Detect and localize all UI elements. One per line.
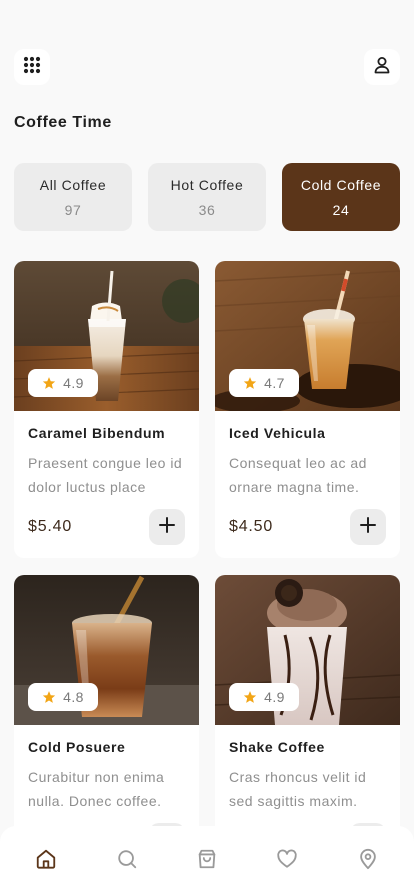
tab-all-coffee[interactable]: All Coffee 97	[14, 163, 132, 231]
menu-button[interactable]	[14, 49, 50, 85]
rating-value: 4.7	[264, 375, 285, 391]
search-icon	[116, 848, 138, 875]
rating-value: 4.9	[63, 375, 84, 391]
product-name: Cold Posuere	[28, 739, 126, 755]
shopping-bag-icon	[196, 848, 218, 875]
tab-label: Hot Coffee	[170, 176, 244, 193]
nav-location[interactable]	[348, 841, 388, 881]
rating-badge: 4.8	[28, 683, 98, 711]
product-description: Consequat leo ac ad ornare magna time.	[229, 455, 367, 495]
nav-search[interactable]	[107, 841, 147, 881]
product-description: Praesent congue leo id dolor luctus plac…	[28, 455, 183, 495]
star-icon	[42, 690, 56, 704]
rating-value: 4.8	[63, 689, 84, 705]
user-icon	[373, 56, 391, 79]
top-bar	[14, 49, 400, 85]
product-description: Cras rhoncus velit id sed sagittis maxim…	[229, 769, 367, 809]
home-icon	[35, 848, 57, 875]
nav-cart[interactable]	[187, 841, 227, 881]
tab-count: 97	[64, 201, 82, 218]
product-description: Curabitur non enima nulla. Donec coffee.	[28, 769, 165, 809]
plus-icon	[360, 516, 376, 538]
product-photo: 4.9	[215, 575, 400, 725]
tab-label: Cold Coffee	[300, 176, 382, 193]
product-grid: 4.9 Caramel Bibendum Praesent congue leo…	[14, 261, 400, 872]
star-icon	[243, 690, 257, 704]
tab-hot-coffee[interactable]: Hot Coffee 36	[148, 163, 266, 231]
plus-icon	[159, 516, 175, 538]
location-pin-icon	[357, 848, 379, 875]
profile-button[interactable]	[364, 49, 400, 85]
product-price: $4.50	[229, 518, 274, 535]
product-card[interactable]: 4.7 Iced Vehicula Consequat leo ac ad or…	[215, 261, 400, 558]
nav-favorites[interactable]	[267, 841, 307, 881]
rating-badge: 4.7	[229, 369, 299, 397]
product-photo: 4.7	[215, 261, 400, 411]
page-title: Coffee Time	[14, 114, 112, 131]
bottom-nav	[0, 826, 414, 896]
product-name: Caramel Bibendum	[28, 425, 166, 441]
rating-badge: 4.9	[229, 683, 299, 711]
product-name: Shake Coffee	[229, 739, 325, 755]
heart-icon	[276, 848, 298, 875]
rating-badge: 4.9	[28, 369, 98, 397]
add-to-cart-button[interactable]	[149, 509, 185, 545]
product-photo: 4.9	[14, 261, 199, 411]
rating-value: 4.9	[264, 689, 285, 705]
grid-dots-icon	[23, 56, 41, 79]
add-to-cart-button[interactable]	[350, 509, 386, 545]
star-icon	[243, 376, 257, 390]
product-price: $5.40	[28, 518, 73, 535]
product-card[interactable]: 4.9 Caramel Bibendum Praesent congue leo…	[14, 261, 199, 558]
tab-count: 24	[332, 201, 350, 218]
product-photo: 4.8	[14, 575, 199, 725]
nav-home[interactable]	[26, 841, 66, 881]
category-tabs: All Coffee 97 Hot Coffee 36 Cold Coffee …	[14, 163, 400, 231]
product-name: Iced Vehicula	[229, 425, 326, 441]
tab-label: All Coffee	[39, 176, 107, 193]
tab-count: 36	[198, 201, 216, 218]
star-icon	[42, 376, 56, 390]
tab-cold-coffee[interactable]: Cold Coffee 24	[282, 163, 400, 231]
